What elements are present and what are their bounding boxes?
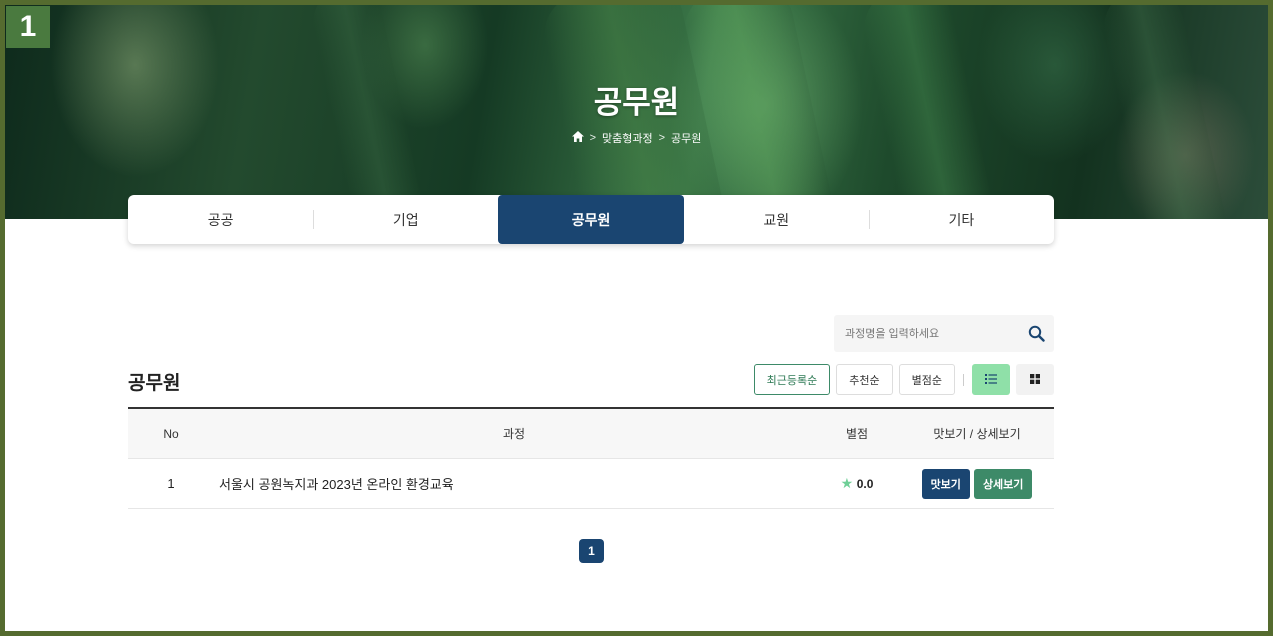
hero-banner: 공무원 > 맞춤형과정 > 공무원 [5,5,1268,219]
tab-civil-servant[interactable]: 공무원 [498,195,684,244]
rating-cell: ★ 0.0 [814,475,900,492]
action-cell: 맛보기 상세보기 [900,468,1054,499]
column-header-no: No [163,426,179,441]
row-number: 1 [167,476,175,491]
search-box [834,315,1054,352]
sort-rating-button[interactable]: 별점순 [898,364,955,395]
list-icon [985,371,997,389]
tab-teacher[interactable]: 교원 [684,195,869,244]
divider [963,373,964,386]
table-row: 1 서울시 공원녹지과 2023년 온라인 환경교육 ★ 0.0 맛보기 상세보… [128,459,1054,509]
sort-recommend-button[interactable]: 추천순 [836,364,893,395]
list-view-button[interactable] [972,364,1010,395]
grid-view-button[interactable] [1016,364,1054,395]
rating-value: 0.0 [856,477,874,491]
breadcrumb-item[interactable]: 공무원 [671,130,701,146]
column-header-actions: 맛보기 / 상세보기 [933,427,1021,441]
course-title-link[interactable]: 서울시 공원녹지과 2023년 온라인 환경교육 [214,474,814,493]
course-table: No 과정 별점 맛보기 / 상세보기 1 서울시 공원녹지과 2023년 온라… [128,407,1054,509]
breadcrumb-item[interactable]: 맞춤형과정 [602,130,653,146]
table-header: No 과정 별점 맛보기 / 상세보기 [128,409,1054,459]
breadcrumb: > 맞춤형과정 > 공무원 [5,130,1268,146]
section-title: 공무원 [128,373,181,394]
pagination-page-button[interactable]: 1 [579,539,604,563]
tab-company[interactable]: 기업 [313,195,498,244]
tab-public[interactable]: 공공 [128,195,313,244]
column-header-title: 과정 [502,427,526,441]
grid-icon [1030,371,1040,389]
search-icon[interactable] [1018,315,1054,352]
column-header-rating: 별점 [845,427,869,441]
sort-recent-button[interactable]: 최근등록순 [753,364,831,395]
search-input[interactable] [834,327,1018,340]
tab-etc[interactable]: 기타 [868,195,1054,244]
preview-button[interactable]: 맛보기 [921,468,970,499]
step-badge: 1 [6,6,50,48]
hero-title: 공무원 [593,85,680,120]
detail-button[interactable]: 상세보기 [973,468,1033,499]
category-tabs: 공공 기업 공무원 교원 기타 [128,195,1054,244]
home-icon[interactable] [571,131,584,145]
star-icon: ★ [840,475,854,491]
sort-toolbar: 최근등록순 추천순 별점순 [753,364,1054,395]
chevron-right-icon: > [658,132,666,144]
chevron-right-icon: > [589,132,596,144]
